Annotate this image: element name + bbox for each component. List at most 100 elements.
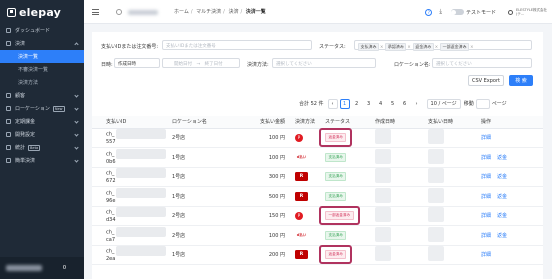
method-select[interactable]: 選択してください <box>272 58 376 68</box>
remove-tag-icon[interactable]: × <box>470 44 473 49</box>
sidebar-subitem-2[interactable]: 決済方法 <box>0 76 84 89</box>
sidebar-item-1[interactable]: 決済 <box>0 37 84 50</box>
sidebar-item-label: 簡単決済 <box>15 158 36 164</box>
page-button[interactable]: 4 <box>375 98 386 109</box>
sidebar-subitem-0[interactable]: 決済一覧 <box>0 50 84 63</box>
action-link[interactable]: 詳細 <box>481 194 491 200</box>
jump-input[interactable] <box>475 98 490 109</box>
location-cell: 1号店 <box>172 245 238 265</box>
status-tag[interactable]: 返金済み <box>412 42 434 51</box>
menu-toggle-icon[interactable] <box>92 8 99 16</box>
action-link[interactable]: 詳細 <box>481 174 491 180</box>
rpay-logo-icon: R <box>295 172 308 182</box>
payment-id-prefix[interactable]: ch_ <box>106 132 114 138</box>
account-switch-icon[interactable] <box>116 9 122 15</box>
page-button[interactable]: 1 <box>339 98 350 109</box>
prev-page-button[interactable]: ‹ <box>327 98 338 109</box>
sidebar-footer[interactable]: 0 <box>0 257 84 279</box>
search-button[interactable]: 検 索 <box>509 75 533 86</box>
breadcrumb-home[interactable]: ホーム <box>174 9 189 15</box>
sidebar-item-7[interactable]: 簡単決済 <box>0 154 84 167</box>
table-row[interactable]: ch_ 557 2号店 100 円 P 返金済み 詳細 <box>92 128 543 148</box>
chevron-icon <box>74 106 79 111</box>
action-link[interactable]: 返金 <box>497 194 507 200</box>
remove-tag-icon[interactable]: × <box>407 44 410 49</box>
location-select[interactable]: 選択してください <box>432 58 532 68</box>
page-button[interactable]: 3 <box>363 98 374 109</box>
action-link[interactable]: 詳細 <box>481 233 491 239</box>
csv-export-button[interactable]: CSV Export <box>468 75 504 86</box>
sidebar-item-label: ローケーション <box>15 106 50 112</box>
action-link[interactable]: 詳細 <box>481 213 491 219</box>
status-highlight: 一部返金済み <box>319 206 360 226</box>
status-highlight: 返金済み <box>318 128 353 148</box>
payment-id-prefix[interactable]: ch_ <box>106 190 114 196</box>
action-link[interactable]: 返金 <box>497 155 507 161</box>
corp-name[interactable]: ELESTYLE株式会社(テ... <box>516 8 552 16</box>
action-link[interactable]: 返金 <box>497 174 507 180</box>
sidebar-subitem-1[interactable]: 不審決済一覧 <box>0 63 84 76</box>
page-button[interactable]: 6 <box>399 98 410 109</box>
payment-id-prefix[interactable]: ch_ <box>106 151 114 157</box>
page-list: 123456 <box>339 98 412 109</box>
action-link[interactable]: 返金 <box>497 233 507 239</box>
sidebar-item-3[interactable]: ローケーション New <box>0 102 84 115</box>
sidebar-item-6[interactable]: 統計 Beta <box>0 141 84 154</box>
action-link[interactable]: 返金 <box>497 213 507 219</box>
table-row[interactable]: ch_ 672 1号店 300 円 R 支払済み 詳細 返金 <box>92 167 543 187</box>
location-cell: 1号店 <box>172 186 238 207</box>
payment-id-prefix[interactable]: ch_ <box>106 210 114 216</box>
date-end[interactable]: 終了日付 <box>205 62 223 67</box>
breadcrumb-payment[interactable]: 決済 <box>228 9 238 15</box>
date-type-select[interactable]: 作成日時 <box>114 58 160 68</box>
payment-id-input[interactable]: 支払いIDまたは注文番号 <box>162 40 312 50</box>
location-label: ロケーション名: <box>394 62 431 68</box>
table-row[interactable]: ch_ d34 2号店 150 円 P 一部返金済み 詳細 返金 <box>92 206 543 226</box>
page-button[interactable]: 5 <box>387 98 398 109</box>
sidebar-item-2[interactable]: 顧客 <box>0 89 84 102</box>
location-cell: 1号店 <box>172 147 238 168</box>
payment-id-prefix[interactable]: ch_ <box>106 249 114 255</box>
footer-count: 0 <box>62 265 66 271</box>
remove-tag-icon[interactable]: × <box>435 44 438 49</box>
sidebar-item-4[interactable]: 定期課金 <box>0 115 84 128</box>
status-tag[interactable]: 支払済み <box>358 42 379 51</box>
status-select[interactable]: 支払済み × 承認済み × 返金済み × 一部返金済み × <box>354 40 532 51</box>
paid-at-blurred <box>428 168 444 184</box>
amount-cell: 150 円 <box>238 206 295 226</box>
payment-id-blurred <box>116 246 167 257</box>
page-button[interactable]: 2 <box>351 98 362 109</box>
test-mode-toggle[interactable] <box>450 9 464 15</box>
user-icon[interactable] <box>508 9 513 15</box>
payment-id-prefix[interactable]: ch_ <box>106 171 114 177</box>
app-logo[interactable]: elepay <box>0 0 84 24</box>
date-start[interactable]: 開始日付 <box>174 62 192 67</box>
table-row[interactable]: ch_ ca7 2号店 100 円 d払い 支払済み 詳細 返金 <box>92 225 543 246</box>
account-id-blurred <box>128 10 158 15</box>
page-size-select[interactable]: 10 / ページ <box>426 98 461 109</box>
remove-tag-icon[interactable]: × <box>380 44 383 49</box>
help-icon[interactable]: ? <box>425 8 433 16</box>
status-badge: 一部返金済み <box>325 211 354 221</box>
sidebar-item-label: 開発設定 <box>15 132 36 138</box>
table-row[interactable]: ch_ 96e 1号店 500 円 R 支払済み 詳細 返金 <box>92 186 543 207</box>
table-row[interactable]: ch_ 0b6 1号店 100 円 d払い 支払済み 詳細 返金 <box>92 147 543 168</box>
table-row[interactable]: ch_ 2ea 1号店 200 円 R 返金済み 詳細 <box>92 245 543 265</box>
action-link[interactable]: 詳細 <box>481 252 491 258</box>
paid-at-blurred <box>428 226 444 242</box>
payment-id-prefix[interactable]: ch_ <box>106 229 114 235</box>
status-tag[interactable]: 一部返金済み <box>440 42 470 51</box>
page-suffix: ページ <box>491 101 507 107</box>
action-link[interactable]: 詳細 <box>481 155 491 161</box>
breadcrumb-multi[interactable]: マルチ決済 <box>196 9 221 15</box>
developer-icon <box>6 132 11 137</box>
status-tag[interactable]: 承認済み <box>385 42 407 51</box>
download-icon[interactable]: ⤓ <box>439 8 442 16</box>
sidebar: elepay ダッシュボード 決済 決済一覧 不審決済一覧 決済方法 顧客 ローケーション N… <box>0 0 84 279</box>
location-cell: 2号店 <box>172 225 238 246</box>
sidebar-item-0[interactable]: ダッシュボード <box>0 24 84 37</box>
action-link[interactable]: 詳細 <box>481 135 491 141</box>
next-page-button[interactable]: › <box>411 98 422 109</box>
date-range-input[interactable]: 開始日付 → 終了日付 <box>162 58 240 68</box>
sidebar-item-5[interactable]: 開発設定 <box>0 128 84 141</box>
